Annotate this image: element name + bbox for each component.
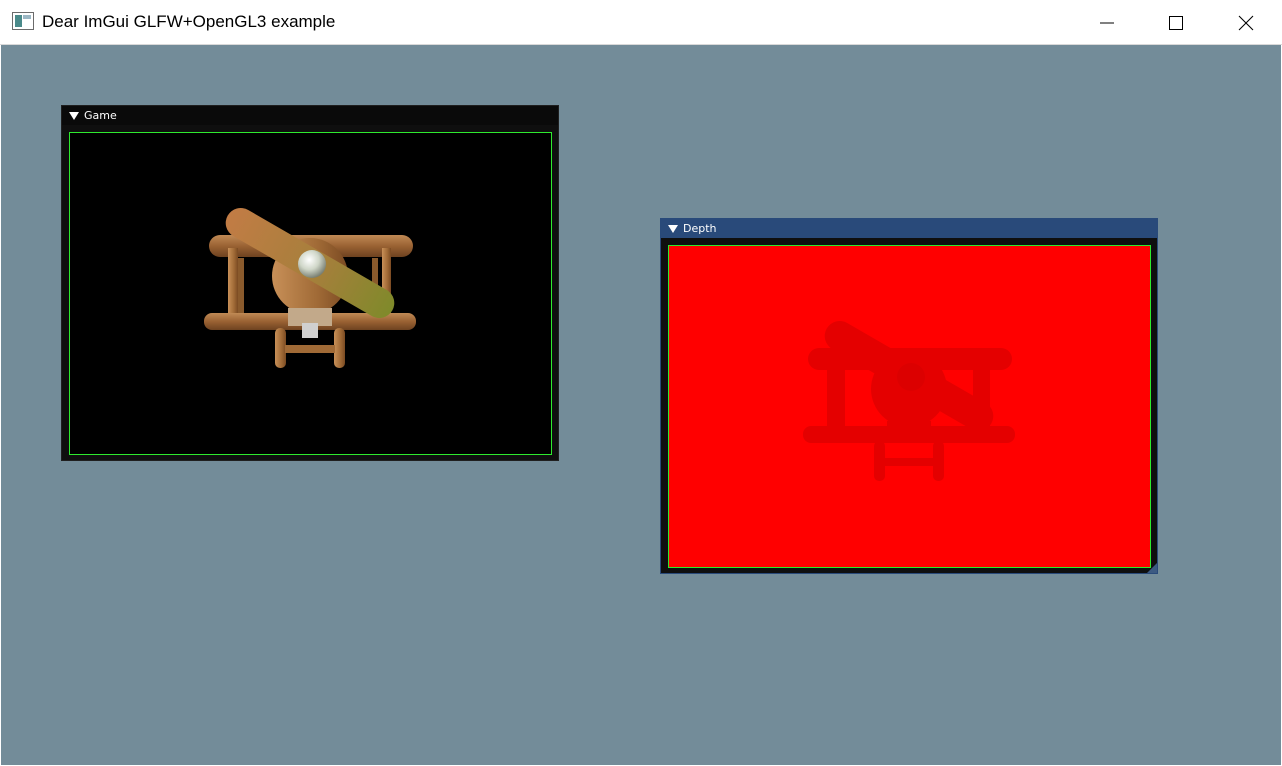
game-window-title-bar[interactable]: Game	[62, 106, 558, 125]
os-title-bar[interactable]: Dear ImGui GLFW+OpenGL3 example	[0, 0, 1282, 45]
depth-window-title-bar[interactable]: Depth	[661, 219, 1157, 238]
close-icon	[1238, 15, 1254, 30]
game-window-title: Game	[84, 109, 117, 122]
resize-grip[interactable]	[1147, 563, 1157, 573]
triangle-down-icon[interactable]	[69, 112, 79, 120]
close-button[interactable]	[1211, 0, 1281, 45]
depth-viewport[interactable]	[668, 245, 1151, 568]
maximize-button[interactable]	[1141, 0, 1211, 45]
depth-window-title: Depth	[683, 222, 717, 235]
game-window[interactable]: Game	[61, 105, 559, 461]
triangle-down-icon[interactable]	[668, 225, 678, 233]
biplane-depth-map	[803, 321, 1015, 481]
app-icon	[12, 12, 34, 30]
maximize-icon	[1169, 15, 1183, 30]
minimize-icon	[1100, 22, 1114, 23]
depth-window[interactable]: Depth	[660, 218, 1158, 574]
minimize-button[interactable]	[1072, 0, 1142, 45]
window-title: Dear ImGui GLFW+OpenGL3 example	[42, 12, 336, 31]
game-viewport[interactable]	[69, 132, 552, 455]
gl-background: Game Depth	[1, 45, 1281, 765]
biplane-render	[204, 208, 416, 368]
